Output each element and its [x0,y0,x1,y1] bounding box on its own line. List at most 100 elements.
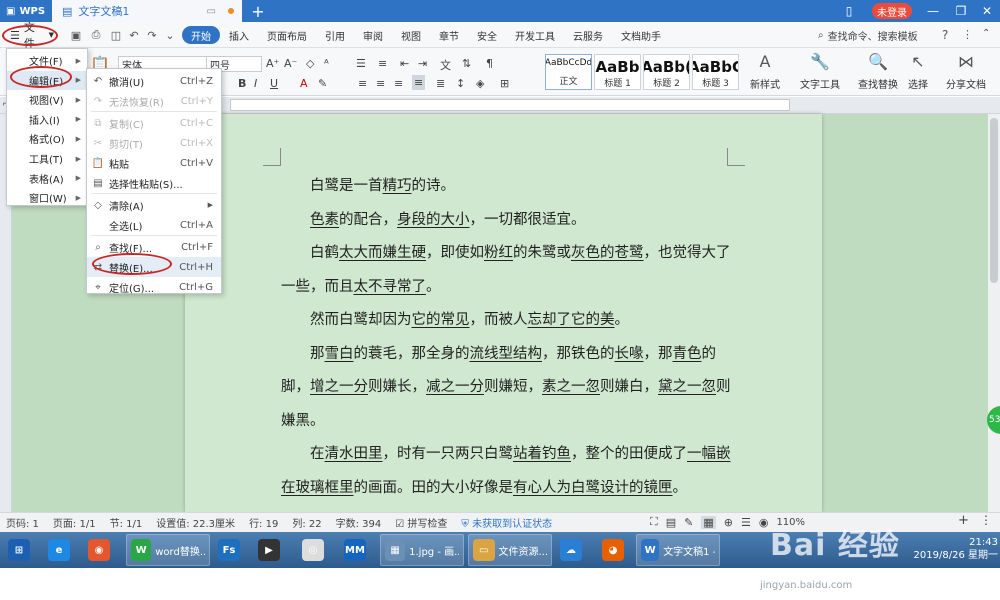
numbering-icon[interactable]: ≡ [378,57,387,70]
minimize-icon[interactable]: — [920,0,946,22]
clear-format-icon[interactable]: ◇ [306,57,314,70]
scroll-thumb[interactable] [990,118,998,283]
ribbon-tool-3[interactable]: ↖ 选择 [908,52,928,91]
taskbar-item-5[interactable]: ▶ [254,534,284,566]
print-icon[interactable]: ⎙ [88,28,104,42]
sort-icon[interactable]: ⇅ [462,57,471,70]
web-view-icon[interactable]: ⊕ [724,516,733,529]
style-preset-1[interactable]: AaBb 标题 1 [594,54,641,90]
edit-menu-item-0[interactable]: ↶ 撤消(U) Ctrl+Z [87,71,221,91]
taskbar-item-6[interactable]: ◎ [298,534,328,566]
fullscreen-icon[interactable]: ⛶ [650,515,658,529]
document-paragraph[interactable]: 白鹭是一首精巧的诗。 [281,170,731,204]
login-button[interactable]: 未登录 [872,3,912,19]
document-tab[interactable]: ▤ 文字文稿1 ▭ [52,0,242,22]
borders-icon[interactable]: ⊞ [500,77,509,90]
undo-icon[interactable]: ↶ [126,28,142,42]
taskbar-item-11[interactable]: ◕ [598,534,628,566]
ribbon-tab-4[interactable]: 审阅 [354,26,392,44]
document-paragraph[interactable]: 那雪白的蓑毛，那全身的流线型结构，那铁色的长喙，那青色的脚，增之一分则嫌长，减之… [281,338,731,439]
file-menu-item-4[interactable]: 格式(O) ▶ [7,129,87,148]
taskbar-item-8[interactable]: ▦ 1.jpg - 画... [380,534,464,566]
file-menu-item-7[interactable]: 窗口(W) ▶ [7,188,87,207]
ribbon-tab-9[interactable]: 云服务 [564,26,612,44]
preview-icon[interactable]: ◫ [108,28,124,42]
align-left-icon[interactable]: ≡ [358,77,367,90]
edit-menu-item-5[interactable]: ▤ 选择性粘贴(S)... [87,173,221,193]
file-menu-item-6[interactable]: 表格(A) ▶ [7,169,87,188]
edit-menu-item-7[interactable]: 全选(L) Ctrl+A [87,215,221,235]
ribbon-tool-4[interactable]: ⋈ 分享文档 [946,52,986,91]
ribbon-tab-8[interactable]: 开发工具 [506,26,564,44]
edit-menu-item-4[interactable]: 📋 粘贴 Ctrl+V [87,153,221,173]
read-mode-icon[interactable]: ▤ [666,516,676,529]
shrink-font-icon[interactable]: A⁻ [284,57,297,70]
document-body[interactable]: 白鹭是一首精巧的诗。 色素的配合，身段的大小，一切都很适宜。 白鹤太大而嫌生硬，即使… [281,170,731,505]
taskbar-item-0[interactable]: ⊞ [4,534,34,566]
edit-menu-item-6[interactable]: ◇ 清除(A) ▶ [87,195,221,215]
spell-check[interactable]: ☑ 拼写检查 [395,515,447,530]
style-preset-0[interactable]: AaBbCcDd 正文 [545,54,592,90]
phonetic-icon[interactable]: ᴬ [324,57,329,70]
taskbar-item-2[interactable]: ◉ [84,534,114,566]
close-icon[interactable]: ✕ [974,0,1000,22]
new-tab-button[interactable]: + [248,0,268,22]
collapse-ribbon-icon[interactable]: ⌃ [982,28,990,39]
underline-icon[interactable]: U [270,77,278,90]
statusbar-more-icon[interactable]: ⋮ [980,513,992,527]
help-icon[interactable]: ? [942,28,948,42]
show-marks-icon[interactable]: ¶ [486,57,493,70]
align-right-icon[interactable]: ≡ [394,77,403,90]
font-color-icon[interactable]: A [300,77,308,90]
ribbon-tab-7[interactable]: 安全 [468,26,506,44]
ribbon-tab-3[interactable]: 引用 [316,26,354,44]
indent-decrease-icon[interactable]: ⇤ [400,57,409,70]
taskbar-item-4[interactable]: Fs [214,534,244,566]
style-preset-3[interactable]: AaBbC 标题 3 [692,54,739,90]
file-menu-item-2[interactable]: 视图(V) ▶ [7,90,87,109]
justify-icon[interactable]: ≡ [412,75,426,90]
document-paragraph[interactable]: 在清水田里，时有一只两只白鹭站着钓鱼，整个的田便成了一幅嵌在玻璃框里的画面。田的… [281,438,731,505]
align-center-icon[interactable]: ≡ [376,77,385,90]
edit-menu-item-1[interactable]: ↷ 无法恢复(R) Ctrl+Y [87,91,221,111]
ribbon-tool-0[interactable]: A 新样式 [750,52,780,91]
italic-icon[interactable]: I [254,77,257,90]
file-menu-item-5[interactable]: 工具(T) ▶ [7,149,87,168]
ribbon-tab-0[interactable]: 开始 [182,26,220,44]
ribbon-tool-1[interactable]: 🔧 文字工具 [800,52,840,91]
taskbar-item-12[interactable]: W文字文稿1 -... [636,534,720,566]
skin-icon[interactable]: ▯ [836,0,862,22]
indent-increase-icon[interactable]: ⇥ [418,57,427,70]
ribbon-tab-10[interactable]: 文档助手 [612,26,670,44]
file-menu-item-3[interactable]: 插入(I) ▶ [7,110,87,129]
chinese-layout-icon[interactable]: 文 [440,57,451,73]
line-spacing-icon[interactable]: ↕ [456,77,465,90]
style-preset-2[interactable]: AaBb(标题 2 [643,54,690,90]
maximize-icon[interactable]: ❐ [948,0,974,22]
edit-menu-item-3[interactable]: ✂ 剪切(T) Ctrl+X [87,133,221,153]
ruler-track[interactable] [230,99,790,111]
more-icon[interactable]: ⋮ [962,28,973,41]
customize-chevron-icon[interactable]: ⌄ [162,28,178,42]
distribute-icon[interactable]: ≣ [436,77,445,90]
command-search[interactable]: ⌕ 查找命令、搜索模板 [818,26,938,44]
shading-icon[interactable]: ◈ [476,77,484,90]
taskbar-item-1[interactable]: e [44,534,74,566]
edit-mode-icon[interactable]: ✎ [684,516,693,529]
document-paragraph[interactable]: 白鹤太大而嫌生硬，即使如粉红的朱鹭或灰色的苍鹭，也觉得大了一些，而且太不寻常了。 [281,237,731,304]
ribbon-tab-6[interactable]: 章节 [430,26,468,44]
edit-menu-item-10[interactable]: ⌖ 定位(G)... Ctrl+G [87,277,221,297]
redo-icon[interactable]: ↷ [144,28,160,42]
taskbar-item-7[interactable]: MM [340,534,370,566]
taskbar-item-9[interactable]: ▭ 文件资源... [468,534,552,566]
ribbon-tab-2[interactable]: 页面布局 [258,26,316,44]
grow-font-icon[interactable]: A⁺ [266,57,279,70]
highlight-icon[interactable]: ✎ [318,77,327,90]
taskbar-item-10[interactable]: ☁ [556,534,586,566]
bullets-icon[interactable]: ☰ [356,57,366,70]
taskbar-item-3[interactable]: Wword替换... [126,534,210,566]
auth-status[interactable]: ⛨ 未获取到认证状态 [461,515,552,530]
ribbon-tab-5[interactable]: 视图 [392,26,430,44]
page-view-icon[interactable]: ▦ [701,515,716,529]
eye-protect-icon[interactable]: ◉ [759,516,769,529]
